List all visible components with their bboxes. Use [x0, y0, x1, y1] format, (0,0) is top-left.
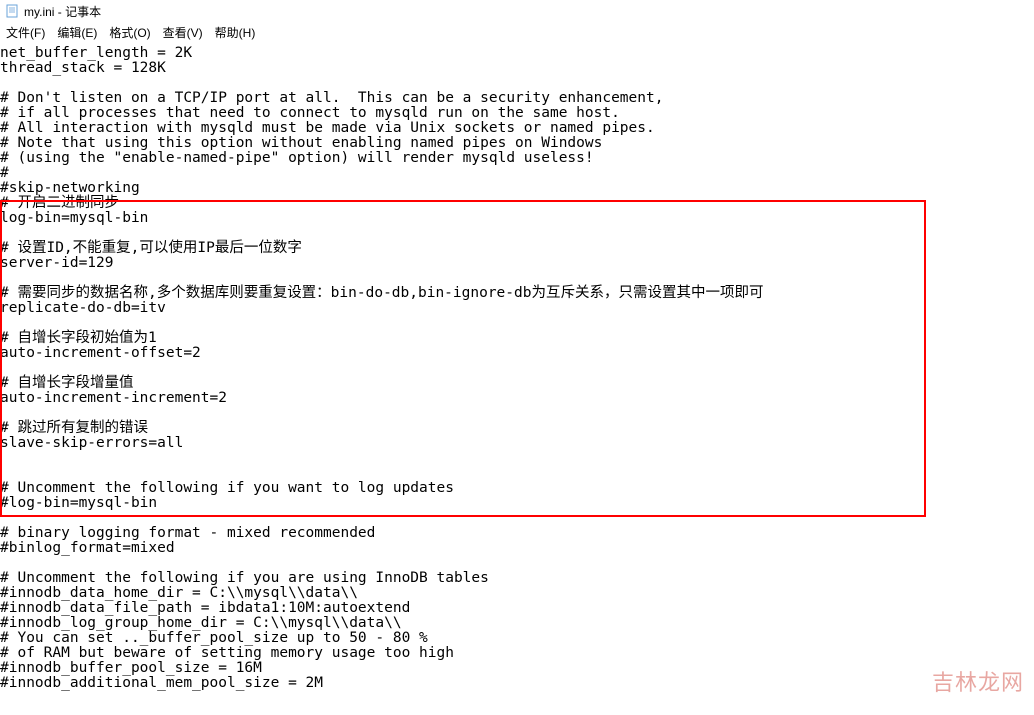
- title-bar: my.ini - 记事本: [0, 0, 1034, 22]
- menu-edit[interactable]: 编辑(E): [57, 24, 97, 41]
- menu-format[interactable]: 格式(O): [109, 24, 150, 41]
- menu-view[interactable]: 查看(V): [163, 24, 203, 41]
- window-title: my.ini - 记事本: [24, 3, 101, 20]
- text-editor-area[interactable]: net_buffer_length = 2K thread_stack = 12…: [0, 42, 1034, 691]
- menu-bar: 文件(F) 编辑(E) 格式(O) 查看(V) 帮助(H): [0, 22, 1034, 42]
- menu-help[interactable]: 帮助(H): [215, 24, 256, 41]
- editor-content[interactable]: net_buffer_length = 2K thread_stack = 12…: [0, 46, 1034, 691]
- menu-file[interactable]: 文件(F): [6, 24, 45, 41]
- notepad-icon: [4, 3, 20, 19]
